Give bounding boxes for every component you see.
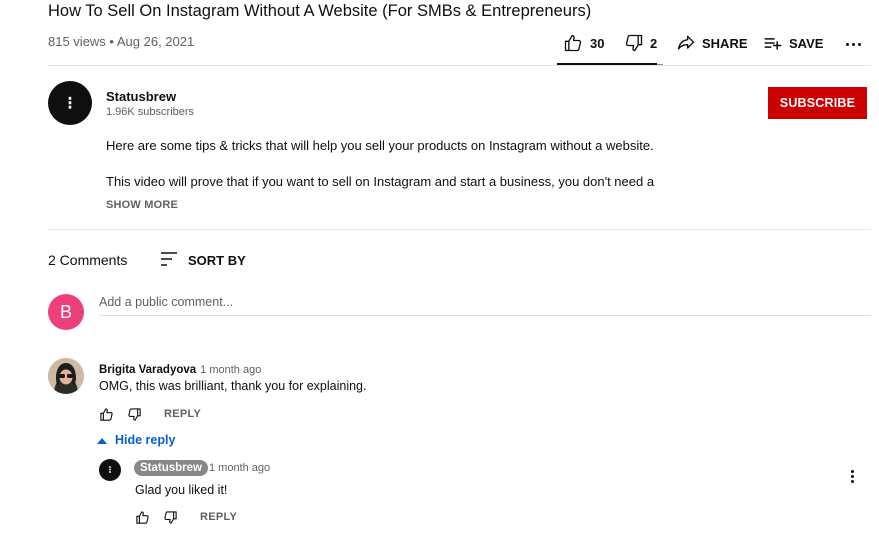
- video-title: How To Sell On Instagram Without A Websi…: [48, 2, 592, 20]
- more-actions-icon[interactable]: [845, 34, 861, 54]
- like-count: 30: [590, 35, 605, 51]
- comment-text: OMG, this was brilliant, thank you for e…: [99, 379, 367, 393]
- share-icon: [676, 33, 696, 53]
- subscribe-button[interactable]: SUBSCRIBE: [768, 87, 867, 119]
- chevron-up-icon: [97, 433, 107, 447]
- thumbs-up-icon: [99, 408, 114, 426]
- reply-author-avatar[interactable]: ⁝: [99, 459, 121, 481]
- thumbs-down-icon: [127, 408, 142, 426]
- hide-reply-button[interactable]: Hide reply: [97, 433, 175, 447]
- channel-avatar[interactable]: ⁝: [48, 81, 92, 125]
- comment-like-button[interactable]: [99, 407, 114, 427]
- description-line-1: Here are some tips & tricks that will he…: [106, 138, 654, 153]
- divider: [48, 65, 871, 66]
- hide-reply-label: Hide reply: [115, 433, 176, 447]
- comment-time[interactable]: 1 month ago: [200, 364, 261, 376]
- reply-time[interactable]: 1 month ago: [209, 462, 270, 474]
- thumbs-down-icon: [163, 511, 178, 529]
- save-label: SAVE: [789, 35, 824, 51]
- thumbs-down-icon: [624, 33, 644, 53]
- subscriber-count: 1.96K subscribers: [106, 106, 195, 118]
- dislike-count: 2: [650, 35, 658, 51]
- like-button[interactable]: 30: [563, 32, 604, 54]
- owner-badge[interactable]: Statusbrew: [134, 460, 208, 476]
- thumbs-up-icon: [135, 511, 150, 529]
- reply-menu-icon[interactable]: [846, 467, 858, 485]
- reply-button[interactable]: REPLY: [200, 511, 237, 523]
- share-button[interactable]: SHARE: [676, 32, 748, 54]
- comment-header: Brigita Varadyova 1 month ago: [99, 360, 261, 378]
- sort-by-label: SORT BY: [188, 253, 246, 268]
- show-more-button[interactable]: SHOW MORE: [106, 199, 178, 211]
- comment-input-underline: [99, 315, 871, 316]
- commenter-avatar[interactable]: [48, 358, 84, 394]
- comment-dislike-button[interactable]: [127, 407, 142, 427]
- video-meta: 815 views • Aug 26, 2021: [48, 34, 195, 49]
- channel-name[interactable]: Statusbrew: [106, 89, 176, 104]
- reply-dislike-button[interactable]: [163, 510, 178, 530]
- description-line-2: This video will prove that if you want t…: [106, 174, 655, 189]
- save-button[interactable]: SAVE: [763, 32, 823, 54]
- playlist-add-icon: [763, 33, 783, 53]
- reply-button[interactable]: REPLY: [164, 408, 201, 420]
- reply-like-button[interactable]: [135, 510, 150, 530]
- dislike-button[interactable]: 2: [624, 32, 657, 54]
- sort-by-button[interactable]: SORT BY: [160, 251, 246, 270]
- share-label: SHARE: [702, 35, 748, 51]
- sort-icon: [160, 251, 178, 270]
- thumbs-up-icon: [563, 33, 583, 53]
- add-comment-input[interactable]: Add a public comment...: [99, 295, 233, 309]
- divider: [48, 229, 871, 230]
- user-avatar: B: [48, 294, 84, 330]
- reply-text: Glad you liked it!: [135, 483, 228, 497]
- comment-author[interactable]: Brigita Varadyova: [99, 364, 196, 376]
- comments-count: 2 Comments: [48, 252, 128, 268]
